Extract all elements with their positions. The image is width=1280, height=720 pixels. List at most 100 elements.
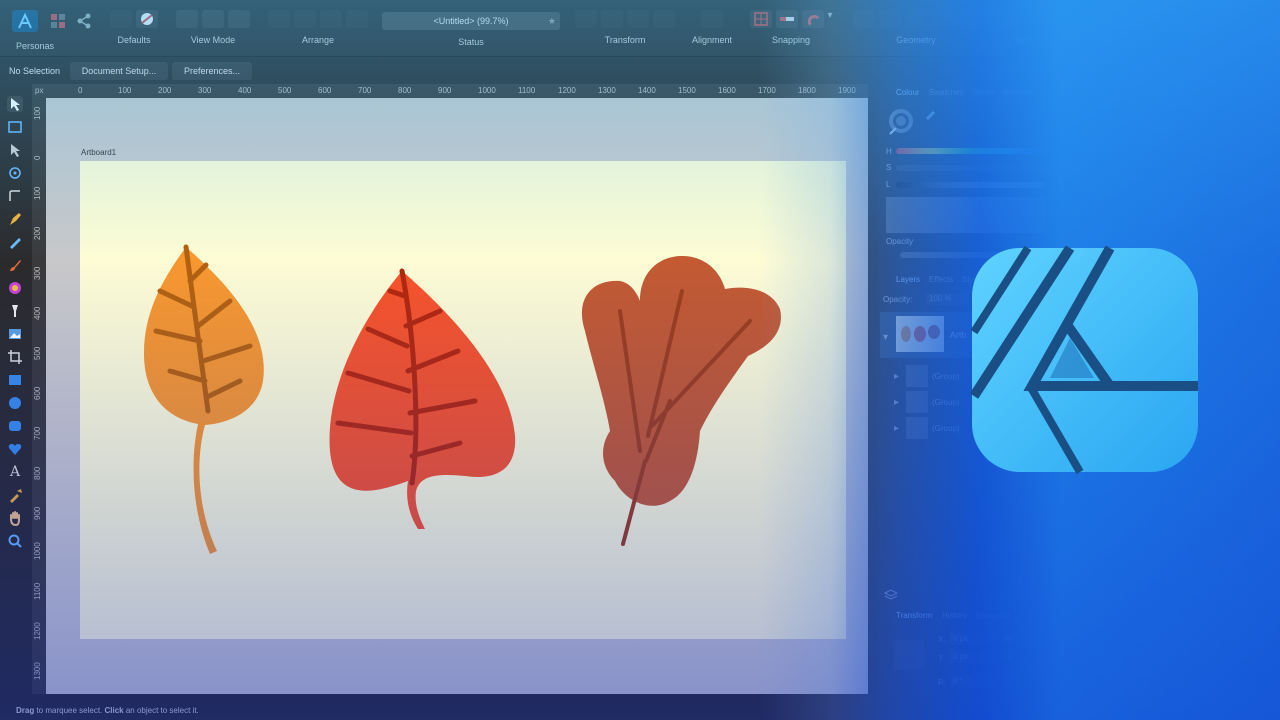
ruler-tick-label: 1100	[33, 582, 42, 600]
brush-tool-icon[interactable]	[7, 257, 23, 273]
rounded-rectangle-tool-icon[interactable]	[7, 418, 23, 434]
pixel-persona-icon[interactable]	[50, 13, 66, 29]
flip-vertical-button[interactable]	[601, 10, 623, 28]
pen-tool-icon[interactable]	[7, 211, 23, 227]
status-drag-text: to marquee select.	[34, 706, 105, 715]
fill-stroke-well-icon[interactable]	[888, 108, 916, 136]
alignment-button[interactable]	[701, 10, 723, 28]
heart-shape-tool-icon[interactable]	[7, 441, 23, 457]
tab-transform[interactable]: Transform	[896, 611, 932, 620]
anchor-point-selector[interactable]	[894, 640, 924, 670]
arrange-backward-button[interactable]	[294, 10, 316, 28]
swap-colors-button[interactable]	[136, 10, 158, 28]
disclosure-right-icon[interactable]: ▸	[894, 371, 899, 382]
group-thumbnail-icon	[906, 391, 928, 413]
extra-tool-button[interactable]	[1000, 10, 1022, 28]
tab-navigator[interactable]: Navigator	[976, 611, 1010, 620]
tab-layers[interactable]: Layers	[896, 275, 920, 284]
ruler-tick-label: 1200	[558, 86, 576, 95]
ellipse-tool-icon[interactable]	[7, 395, 23, 411]
tab-stroke[interactable]: Stroke	[972, 88, 995, 97]
ruler-tick-label: 200	[33, 226, 42, 240]
document-setup-button[interactable]: Document Setup...	[70, 62, 168, 80]
text-tool-icon[interactable]: A	[7, 464, 23, 480]
layers-opacity-field[interactable]: 100 %	[926, 293, 969, 305]
disclosure-right-icon[interactable]: ▸	[894, 397, 899, 408]
geometry-add-button[interactable]	[853, 10, 875, 28]
preferences-button[interactable]: Preferences...	[172, 62, 252, 80]
ruler-tick-label: 1700	[758, 86, 776, 95]
arrange-forward-button[interactable]	[320, 10, 342, 28]
status-click-text: an object to select it.	[123, 706, 199, 715]
layers-stack-icon[interactable]	[883, 588, 899, 602]
artboard[interactable]	[80, 161, 846, 639]
ruler-tick-label: 400	[238, 86, 252, 95]
rectangle-tool-icon[interactable]	[7, 372, 23, 388]
red-leaf[interactable]	[329, 268, 516, 529]
colour-spectrum[interactable]	[886, 197, 1046, 233]
tab-effects[interactable]: Effects	[929, 275, 953, 284]
ruler-tick-label: 800	[398, 86, 412, 95]
status-drag: Drag	[16, 706, 35, 715]
disclosure-right-icon[interactable]: ▸	[894, 423, 899, 434]
hand-tool-icon[interactable]	[7, 510, 23, 527]
zoom-tool-icon[interactable]	[7, 533, 23, 549]
move-tool-icon[interactable]	[7, 96, 23, 112]
y-field[interactable]: 0 px	[950, 651, 997, 663]
geometry-xor-button[interactable]	[931, 10, 953, 28]
tab-history[interactable]: History	[942, 611, 967, 620]
tab-brushes[interactable]: Brushes	[1003, 88, 1032, 97]
fill-tool-icon[interactable]	[7, 280, 23, 296]
view-mode-3-button[interactable]	[228, 10, 250, 28]
lightness-slider[interactable]	[896, 182, 1046, 188]
rotation-field[interactable]: 0 °	[950, 676, 997, 688]
ruler-tick-label: 1100	[518, 86, 536, 95]
hue-slider[interactable]	[896, 148, 1046, 154]
point-transform-tool-icon[interactable]	[7, 165, 23, 181]
hue-label: H	[886, 147, 892, 156]
snapping-toggle-button[interactable]	[776, 10, 798, 28]
x-field[interactable]: 0 px	[950, 633, 997, 645]
arrange-front-button[interactable]	[346, 10, 368, 28]
export-persona-icon[interactable]	[76, 13, 92, 29]
crop-tool-icon[interactable]	[7, 349, 23, 365]
artboard-tool-icon[interactable]	[7, 119, 23, 135]
view-mode-2-button[interactable]	[202, 10, 224, 28]
lightness-label: L	[886, 180, 891, 189]
ruler-tick-label: 700	[358, 86, 372, 95]
saturation-slider[interactable]	[896, 165, 1046, 171]
brown-leaf[interactable]	[581, 256, 781, 546]
x-label: X:	[938, 635, 946, 644]
node-tool-icon[interactable]	[7, 142, 23, 158]
horizontal-ruler[interactable]: px 0 100 200 300 400 500 600 700 800 900 1000 1100 1…	[32, 84, 887, 98]
geometry-divide-button[interactable]	[957, 10, 979, 28]
rotate-right-button[interactable]	[653, 10, 675, 28]
vertical-ruler[interactable]: 100 0 100 200 300 400 500 600 700 800 900 1000 1100 1…	[32, 98, 46, 694]
fill-defaults-button[interactable]	[110, 10, 132, 28]
transparency-tool-icon[interactable]	[7, 303, 23, 319]
magnet-icon[interactable]	[802, 10, 824, 28]
corner-tool-icon[interactable]	[7, 188, 23, 204]
color-picker-tool-icon[interactable]	[7, 487, 23, 503]
geometry-intersect-button[interactable]	[905, 10, 927, 28]
chevron-down-icon[interactable]: ▾	[826, 10, 834, 21]
rotate-left-button[interactable]	[627, 10, 649, 28]
view-mode-1-button[interactable]	[176, 10, 198, 28]
designer-persona-icon[interactable]	[12, 10, 38, 32]
flip-horizontal-button[interactable]	[575, 10, 597, 28]
geometry-subtract-button[interactable]	[879, 10, 901, 28]
ruler-tick-label: 1300	[33, 662, 42, 680]
eyedropper-icon[interactable]	[924, 106, 938, 120]
place-image-tool-icon[interactable]	[7, 326, 23, 342]
tab-colour[interactable]: Colour	[896, 88, 920, 97]
arrange-back-button[interactable]	[268, 10, 290, 28]
pencil-tool-icon[interactable]	[7, 234, 23, 250]
tools-panel: A	[0, 86, 30, 702]
extra-tool-2-button[interactable]	[1026, 10, 1048, 28]
h-label: H:	[1004, 653, 1012, 662]
tab-swatches[interactable]: Swatches	[929, 88, 964, 97]
orange-leaf[interactable]	[143, 244, 264, 554]
ruler-tick-label: 700	[33, 426, 42, 440]
snapping-grid-button[interactable]	[750, 10, 772, 28]
disclosure-down-icon[interactable]: ▾	[883, 332, 888, 343]
